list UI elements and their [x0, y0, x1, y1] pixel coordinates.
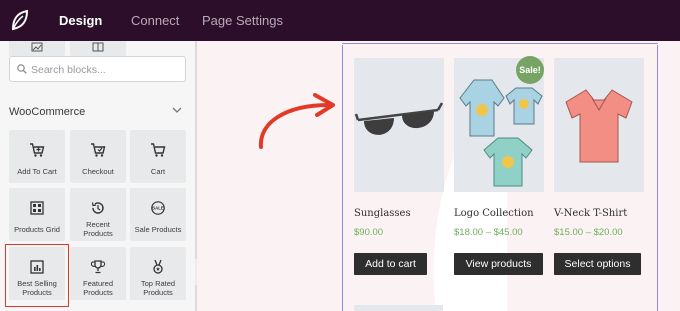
- cart-plus-icon: [30, 143, 45, 157]
- section-outline-top: [342, 43, 658, 44]
- search-blocks-field[interactable]: [9, 56, 186, 82]
- svg-text:SALE: SALE: [152, 206, 164, 211]
- trophy-icon: [90, 260, 106, 274]
- arrow-annotation-icon: [258, 93, 335, 149]
- chevron-down-icon[interactable]: [172, 107, 182, 114]
- product-price: $15.00 – $20.00: [554, 227, 623, 238]
- block-label: Cart: [150, 167, 166, 176]
- block-featured-products[interactable]: Featured Products: [70, 247, 126, 300]
- sale-tag-icon: SALE: [151, 201, 165, 215]
- tab-page-settings[interactable]: Page Settings: [202, 0, 283, 41]
- block-add-to-cart[interactable]: Add To Cart: [9, 130, 65, 183]
- cart-check-icon: [91, 143, 106, 157]
- block-label: Checkout: [82, 167, 114, 176]
- highlight-box: [5, 244, 69, 307]
- block-label: Products Grid: [14, 225, 60, 234]
- top-bar: Design Connect Page Settings: [0, 0, 680, 41]
- next-row-product-image: [354, 305, 443, 311]
- block-label: Sale Products: [134, 225, 182, 234]
- image-icon: [31, 42, 43, 52]
- block-label: Top Rated Products: [140, 279, 176, 297]
- cart-icon: [151, 143, 166, 157]
- block-label: Featured Products: [82, 279, 114, 297]
- medal-icon: [153, 259, 163, 274]
- product-image-v-neck[interactable]: [554, 58, 644, 192]
- product-name[interactable]: Sunglasses: [354, 208, 411, 219]
- product-image-sunglasses[interactable]: [354, 58, 444, 192]
- block-recent-products[interactable]: Recent Products: [70, 188, 126, 241]
- block-label: Add To Cart: [17, 167, 57, 176]
- tshirt-icon: [565, 89, 633, 163]
- sale-badge: Sale!: [516, 56, 544, 84]
- tab-design[interactable]: Design: [59, 0, 102, 41]
- sunglasses-icon: [354, 102, 444, 135]
- page-preview: Sale! Sunglasses Logo Collection V-Neck …: [197, 41, 680, 311]
- product-name[interactable]: Logo Collection: [454, 208, 534, 219]
- search-icon: [17, 64, 27, 74]
- product-name[interactable]: V-Neck T-Shirt: [554, 208, 627, 219]
- block-label: Recent Products: [83, 220, 113, 238]
- block-checkout[interactable]: Checkout: [70, 130, 126, 183]
- block-products-grid[interactable]: Products Grid: [9, 188, 65, 241]
- product-price: $18.00 – $45.00: [454, 227, 523, 238]
- product-price: $90.00: [354, 227, 384, 238]
- select-options-button[interactable]: Select options: [554, 253, 641, 275]
- block-cart[interactable]: Cart: [130, 130, 186, 183]
- section-title-woocommerce[interactable]: WooCommerce: [9, 106, 85, 118]
- history-icon: [91, 202, 104, 214]
- block-top-rated-products[interactable]: Top Rated Products: [130, 247, 186, 300]
- search-input[interactable]: [31, 61, 181, 78]
- columns-icon: [92, 42, 104, 52]
- block-tile-partial[interactable]: [70, 41, 126, 56]
- block-sale-products[interactable]: SALE Sale Products: [130, 188, 186, 241]
- grid-icon: [30, 201, 44, 215]
- blocks-sidebar: WooCommerce Add To Cart Checkout Cart Pr…: [0, 41, 196, 311]
- seedprod-logo-icon[interactable]: [10, 9, 30, 31]
- add-to-cart-button[interactable]: Add to cart: [354, 253, 427, 275]
- block-tile-partial[interactable]: [9, 41, 65, 56]
- view-products-button[interactable]: View products: [454, 253, 543, 275]
- tab-connect[interactable]: Connect: [131, 0, 179, 41]
